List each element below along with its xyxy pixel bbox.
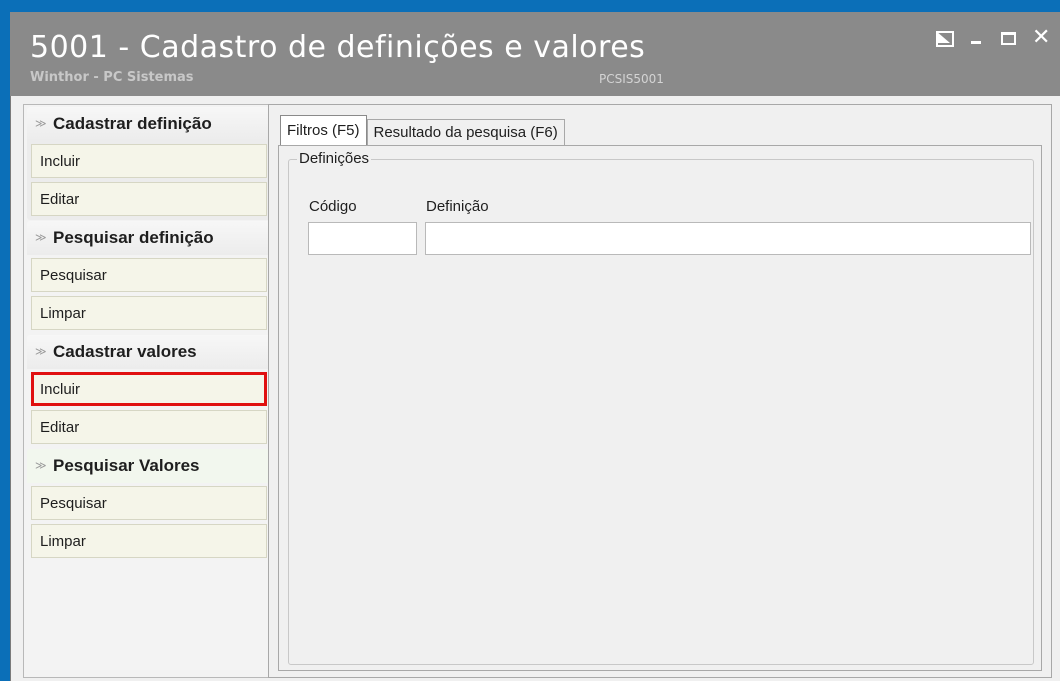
group-cadastrar-definicao: ≫ Cadastrar definição Incluir Editar <box>27 107 271 220</box>
chevron-down-icon: ≫ <box>35 459 47 472</box>
group-title: Pesquisar definição <box>53 228 214 247</box>
title-bar[interactable]: 5001 - Cadastro de definições e valores … <box>10 12 1060 96</box>
group-header[interactable]: ≫ Cadastrar definição <box>27 107 271 141</box>
restore-icon <box>936 31 954 47</box>
routine-code: PCSIS5001 <box>599 72 664 86</box>
definicao-label: Definição <box>426 198 489 215</box>
sidebar-item-limpar-valores[interactable]: Limpar <box>31 524 267 558</box>
sidebar-item-incluir-definicao[interactable]: Incluir <box>31 144 267 178</box>
definicao-input[interactable] <box>425 222 1031 255</box>
chevron-down-icon: ≫ <box>35 231 47 244</box>
sidebar-item-limpar-definicao[interactable]: Limpar <box>31 296 267 330</box>
minimize-icon <box>971 41 981 44</box>
main-panel: Filtros (F5) Resultado da pesquisa (F6) … <box>268 104 1052 678</box>
definicoes-legend: Definições <box>297 150 372 167</box>
definicoes-group: Definições Código Definição <box>288 150 1034 665</box>
sidebar-item-pesquisar-definicao[interactable]: Pesquisar <box>31 258 267 292</box>
minimize-button[interactable] <box>968 29 986 47</box>
window-content: ≫ Cadastrar definição Incluir Editar ≫ P… <box>10 96 1060 681</box>
restore-button[interactable] <box>936 29 954 47</box>
tab-resultado-pesquisa[interactable]: Resultado da pesquisa (F6) <box>366 119 565 145</box>
window-subtitle: Winthor - PC Sistemas <box>30 70 194 85</box>
chevron-down-icon: ≫ <box>35 117 47 130</box>
sidebar: ≫ Cadastrar definição Incluir Editar ≫ P… <box>23 104 273 678</box>
group-pesquisar-valores: ≫ Pesquisar Valores Pesquisar Limpar <box>27 449 271 562</box>
group-pesquisar-definicao: ≫ Pesquisar definição Pesquisar Limpar <box>27 221 271 334</box>
app-window: 5001 - Cadastro de definições e valores … <box>10 12 1060 681</box>
maximize-icon <box>1001 32 1016 45</box>
tab-strip: Filtros (F5) Resultado da pesquisa (F6) <box>280 115 565 145</box>
codigo-label: Código <box>309 198 357 215</box>
close-button[interactable]: ✕ <box>1032 27 1050 49</box>
window-frame: 5001 - Cadastro de definições e valores … <box>0 0 1060 681</box>
group-cadastrar-valores: ≫ Cadastrar valores Incluir Editar <box>27 335 271 448</box>
codigo-input[interactable] <box>308 222 417 255</box>
window-title: 5001 - Cadastro de definições e valores <box>30 30 646 65</box>
group-header[interactable]: ≫ Pesquisar definição <box>27 221 271 255</box>
group-title: Pesquisar Valores <box>53 456 200 475</box>
tab-filtros[interactable]: Filtros (F5) <box>280 115 367 145</box>
close-icon: ✕ <box>1032 25 1051 50</box>
window-controls: ✕ <box>936 26 1050 50</box>
group-title: Cadastrar definição <box>53 114 212 133</box>
tab-content-filtros: Definições Código Definição <box>278 145 1042 671</box>
group-header[interactable]: ≫ Pesquisar Valores <box>27 449 271 483</box>
group-header[interactable]: ≫ Cadastrar valores <box>27 335 271 369</box>
sidebar-item-editar-definicao[interactable]: Editar <box>31 182 267 216</box>
sidebar-item-editar-valores[interactable]: Editar <box>31 410 267 444</box>
sidebar-item-incluir-valores[interactable]: Incluir <box>31 372 267 406</box>
group-title: Cadastrar valores <box>53 342 197 361</box>
chevron-down-icon: ≫ <box>35 345 47 358</box>
sidebar-item-pesquisar-valores[interactable]: Pesquisar <box>31 486 267 520</box>
maximize-button[interactable] <box>1000 29 1018 47</box>
